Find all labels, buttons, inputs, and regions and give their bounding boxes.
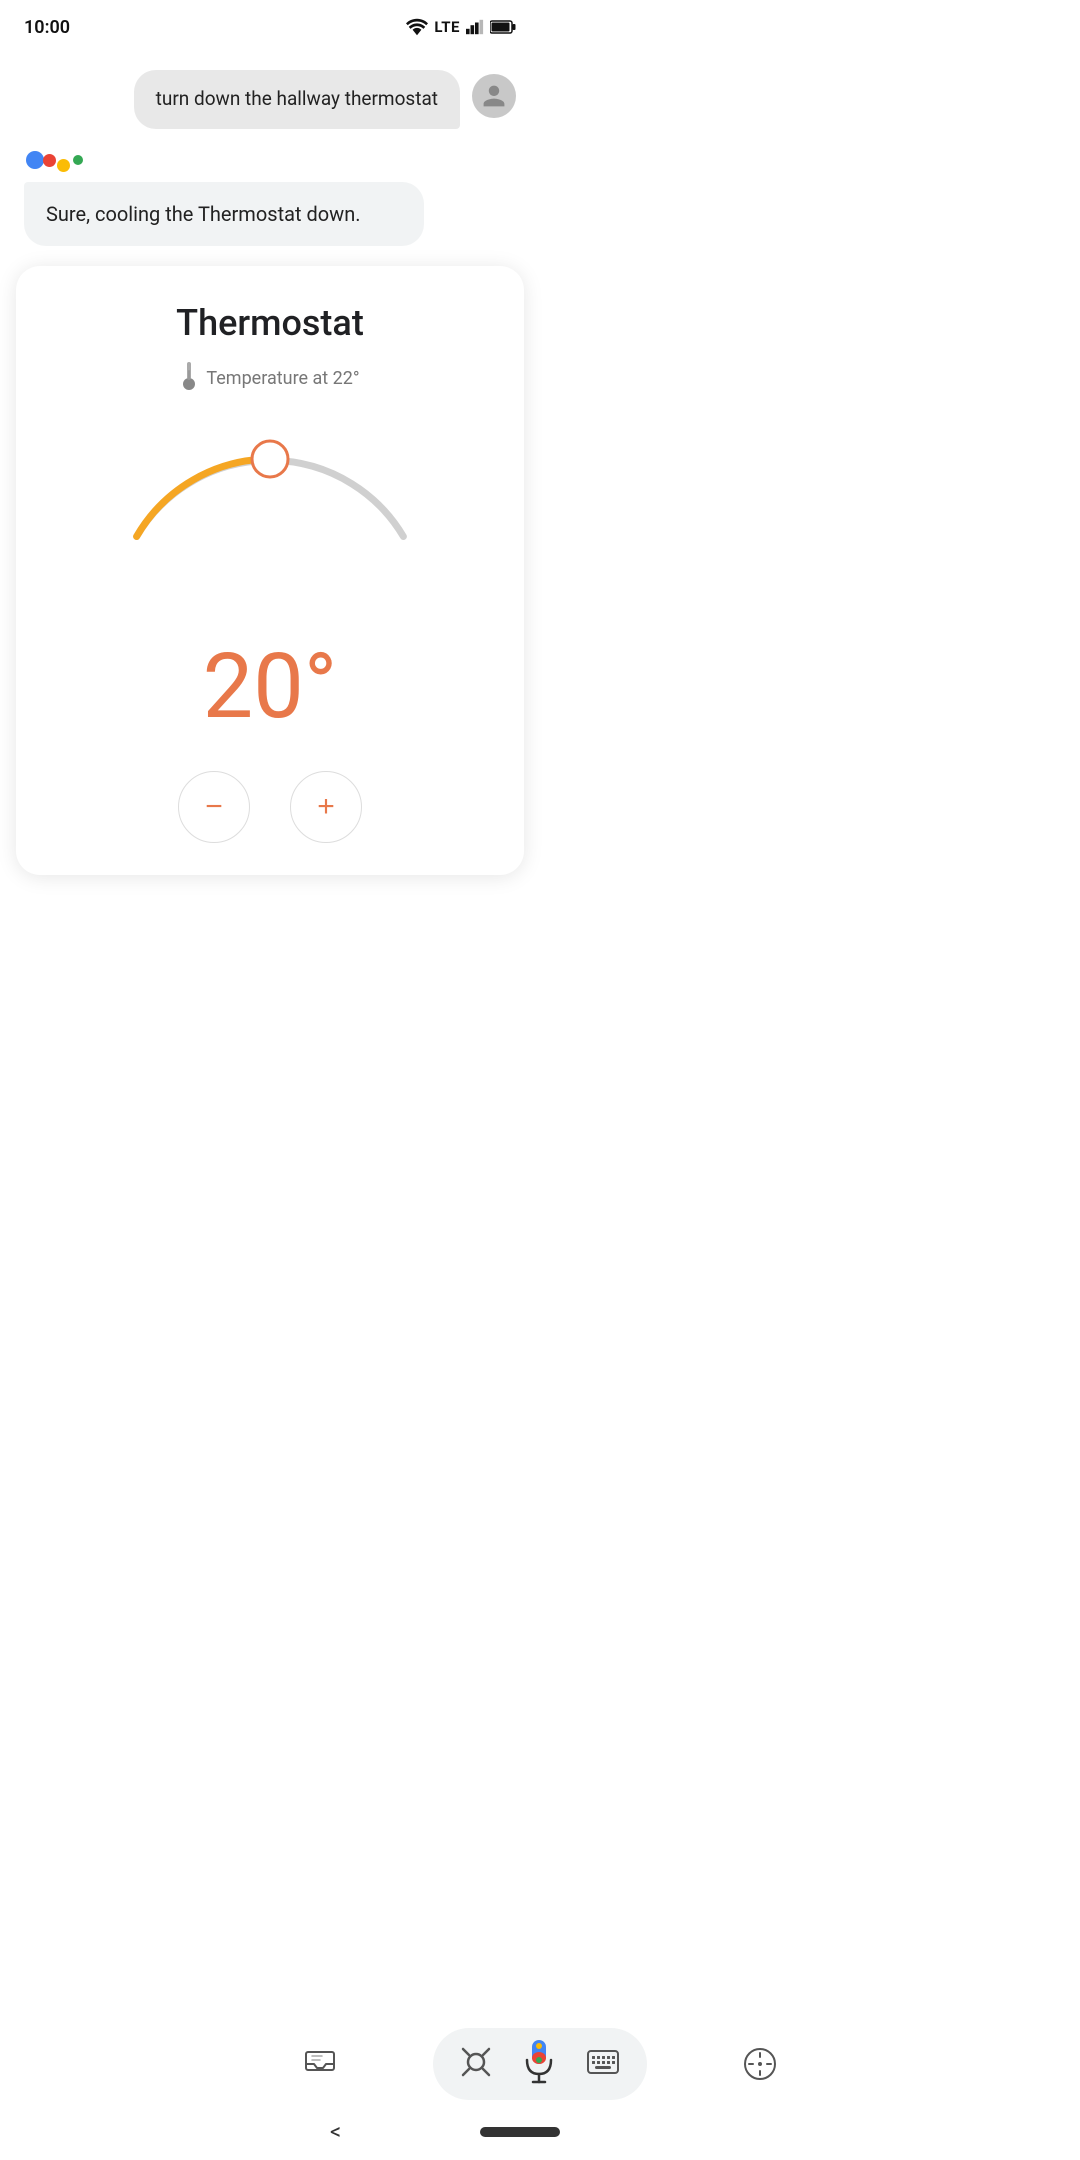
user-avatar (472, 74, 516, 118)
inbox-icon (304, 2050, 336, 2078)
assistant-input-bar (270, 2028, 810, 2100)
status-icons: LTE (406, 18, 516, 36)
back-button[interactable]: < (330, 2120, 341, 2145)
google-assistant-logo (26, 149, 516, 172)
dial-handle[interactable] (252, 441, 288, 477)
status-time: 10:00 (24, 17, 70, 38)
inbox-icon-button[interactable] (294, 2038, 346, 2090)
decrease-icon: − (205, 790, 223, 824)
assistant-message-row: Sure, cooling the Thermostat down. (24, 149, 516, 246)
thermostat-dial (100, 414, 440, 634)
lens-icon (461, 2047, 491, 2077)
keyboard-button[interactable] (587, 2050, 619, 2078)
decrease-button[interactable]: − (178, 771, 250, 843)
temperature-label-row: Temperature at 22° (180, 362, 359, 396)
temperature-label-text: Temperature at 22° (206, 368, 359, 389)
thermostat-card: Thermostat Temperature at 22° (16, 266, 524, 875)
microphone-icon (521, 2040, 557, 2084)
person-icon (481, 83, 507, 109)
dot-green (73, 155, 83, 165)
status-bar: 10:00 LTE (0, 0, 540, 50)
thermostat-title: Thermostat (176, 302, 364, 344)
explore-icon-button[interactable] (734, 2038, 786, 2090)
lens-button[interactable] (461, 2047, 491, 2081)
chat-area: turn down the hallway thermostat Sure, c… (0, 50, 540, 266)
keyboard-icon (587, 2050, 619, 2074)
dot-red (43, 154, 56, 167)
dial-svg (100, 414, 440, 634)
dot-yellow (57, 159, 70, 172)
center-input-pill (433, 2028, 647, 2100)
explore-icon (743, 2047, 777, 2081)
microphone-button[interactable] (521, 2040, 557, 2088)
wifi-icon (406, 18, 428, 36)
temperature-display: 20° (203, 634, 338, 739)
google-dots (26, 149, 83, 172)
signal-icon (466, 19, 484, 35)
lte-icon: LTE (434, 18, 460, 36)
increase-button[interactable]: + (290, 771, 362, 843)
dot-blue (26, 151, 44, 169)
battery-icon (490, 20, 516, 34)
thermometer-icon (180, 362, 198, 396)
increase-icon: + (317, 790, 335, 824)
home-pill[interactable] (480, 2127, 560, 2137)
assistant-bubble: Sure, cooling the Thermostat down. (24, 182, 424, 246)
navigation-bar: < (270, 2104, 810, 2160)
user-bubble: turn down the hallway thermostat (134, 70, 460, 129)
control-buttons: − + (178, 771, 362, 843)
user-message-row: turn down the hallway thermostat (24, 70, 516, 129)
